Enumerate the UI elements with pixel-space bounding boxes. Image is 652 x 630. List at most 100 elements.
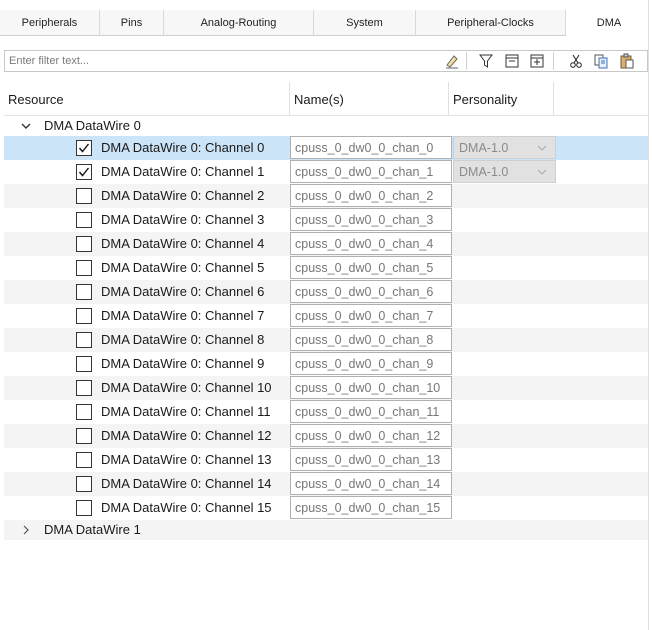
tree-row-channel-12[interactable]: DMA DataWire 0: Channel 12 cpuss_0_dw0_0… xyxy=(4,424,648,448)
tree-group-label: DMA DataWire 0 xyxy=(44,118,141,133)
name-field[interactable]: cpuss_0_dw0_0_chan_14 xyxy=(290,472,452,495)
name-field[interactable]: cpuss_0_dw0_0_chan_5 xyxy=(290,256,452,279)
tree-row-channel-8[interactable]: DMA DataWire 0: Channel 8 cpuss_0_dw0_0_… xyxy=(4,328,648,352)
resource-label: DMA DataWire 0: Channel 9 xyxy=(101,356,265,371)
filter-bar xyxy=(4,50,648,72)
tab-pins[interactable]: Pins xyxy=(100,10,164,36)
checkbox[interactable] xyxy=(76,476,92,492)
column-personality[interactable]: Personality xyxy=(449,82,554,116)
resource-label: DMA DataWire 0: Channel 5 xyxy=(101,260,265,275)
name-field[interactable]: cpuss_0_dw0_0_chan_10 xyxy=(290,376,452,399)
resource-label: DMA DataWire 0: Channel 15 xyxy=(101,500,272,515)
chevron-down-icon xyxy=(537,166,547,180)
chevron-down-icon xyxy=(537,142,547,156)
resource-label: DMA DataWire 0: Channel 12 xyxy=(101,428,272,443)
tree-row-channel-10[interactable]: DMA DataWire 0: Channel 10 cpuss_0_dw0_0… xyxy=(4,376,648,400)
checkbox[interactable] xyxy=(76,188,92,204)
tree-row-channel-13[interactable]: DMA DataWire 0: Channel 13 cpuss_0_dw0_0… xyxy=(4,448,648,472)
name-field[interactable]: cpuss_0_dw0_0_chan_13 xyxy=(290,448,452,471)
resource-label: DMA DataWire 0: Channel 1 xyxy=(101,164,265,179)
expand-all-icon[interactable] xyxy=(528,52,546,70)
tree-row-channel-7[interactable]: DMA DataWire 0: Channel 7 cpuss_0_dw0_0_… xyxy=(4,304,648,328)
checkbox[interactable] xyxy=(76,452,92,468)
cut-icon[interactable] xyxy=(567,52,585,70)
tab-analog-routing[interactable]: Analog-Routing xyxy=(164,10,314,36)
resource-label: DMA DataWire 0: Channel 10 xyxy=(101,380,272,395)
tab-system[interactable]: System xyxy=(314,10,416,36)
checkbox[interactable] xyxy=(76,308,92,324)
tab-peripherals[interactable]: Peripherals xyxy=(0,10,100,36)
resource-label: DMA DataWire 0: Channel 11 xyxy=(101,404,271,419)
chevron-down-icon[interactable] xyxy=(20,120,32,132)
checkbox[interactable] xyxy=(76,332,92,348)
tab-peripheral-clocks[interactable]: Peripheral-Clocks xyxy=(416,10,566,36)
checkbox[interactable] xyxy=(76,212,92,228)
tree-group-dma-datawire-0[interactable]: DMA DataWire 0 xyxy=(4,116,648,136)
resource-label: DMA DataWire 0: Channel 8 xyxy=(101,332,265,347)
name-field[interactable]: cpuss_0_dw0_0_chan_8 xyxy=(290,328,452,351)
resource-label: DMA DataWire 0: Channel 0 xyxy=(101,140,265,155)
name-field[interactable]: cpuss_0_dw0_0_chan_0 xyxy=(290,136,452,159)
chevron-right-icon[interactable] xyxy=(20,524,32,536)
checkbox[interactable] xyxy=(76,380,92,396)
tree-row-channel-1[interactable]: DMA DataWire 0: Channel 1 cpuss_0_dw0_0_… xyxy=(4,160,648,184)
tree-row-channel-3[interactable]: DMA DataWire 0: Channel 3 cpuss_0_dw0_0_… xyxy=(4,208,648,232)
tree-group-label: DMA DataWire 1 xyxy=(44,522,141,537)
tree-row-channel-0[interactable]: DMA DataWire 0: Channel 0 cpuss_0_dw0_0_… xyxy=(4,136,648,160)
column-header: Resource Name(s) Personality xyxy=(4,82,648,116)
resource-label: DMA DataWire 0: Channel 14 xyxy=(101,476,272,491)
name-field[interactable]: cpuss_0_dw0_0_chan_2 xyxy=(290,184,452,207)
checkbox[interactable] xyxy=(76,428,92,444)
name-field[interactable]: cpuss_0_dw0_0_chan_9 xyxy=(290,352,452,375)
column-names[interactable]: Name(s) xyxy=(290,82,449,116)
checkbox[interactable] xyxy=(76,260,92,276)
tree-row-channel-14[interactable]: DMA DataWire 0: Channel 14 cpuss_0_dw0_0… xyxy=(4,472,648,496)
personality-dropdown[interactable]: DMA-1.0 xyxy=(453,160,556,183)
checkbox[interactable] xyxy=(76,284,92,300)
name-field[interactable]: cpuss_0_dw0_0_chan_6 xyxy=(290,280,452,303)
personality-value: DMA-1.0 xyxy=(459,164,509,179)
resource-label: DMA DataWire 0: Channel 7 xyxy=(101,308,265,323)
copy-icon[interactable] xyxy=(592,52,610,70)
tab-dma[interactable]: DMA xyxy=(566,10,652,36)
toolbar-separator xyxy=(553,52,554,70)
column-resource[interactable]: Resource xyxy=(4,82,290,116)
filter-input[interactable] xyxy=(5,51,435,71)
tree-row-channel-5[interactable]: DMA DataWire 0: Channel 5 cpuss_0_dw0_0_… xyxy=(4,256,648,280)
tree-row-channel-4[interactable]: DMA DataWire 0: Channel 4 cpuss_0_dw0_0_… xyxy=(4,232,648,256)
name-field[interactable]: cpuss_0_dw0_0_chan_3 xyxy=(290,208,452,231)
tree-row-channel-2[interactable]: DMA DataWire 0: Channel 2 cpuss_0_dw0_0_… xyxy=(4,184,648,208)
resource-label: DMA DataWire 0: Channel 6 xyxy=(101,284,265,299)
panel-border xyxy=(648,0,649,630)
name-field[interactable]: cpuss_0_dw0_0_chan_12 xyxy=(290,424,452,447)
name-field[interactable]: cpuss_0_dw0_0_chan_15 xyxy=(290,496,452,519)
checkbox[interactable] xyxy=(76,140,92,156)
personality-value: DMA-1.0 xyxy=(459,140,509,155)
name-field[interactable]: cpuss_0_dw0_0_chan_11 xyxy=(290,400,452,423)
checkbox[interactable] xyxy=(76,356,92,372)
resource-label: DMA DataWire 0: Channel 13 xyxy=(101,452,272,467)
checkbox[interactable] xyxy=(76,404,92,420)
resource-label: DMA DataWire 0: Channel 3 xyxy=(101,212,265,227)
tree-row-channel-9[interactable]: DMA DataWire 0: Channel 9 cpuss_0_dw0_0_… xyxy=(4,352,648,376)
name-field[interactable]: cpuss_0_dw0_0_chan_1 xyxy=(290,160,452,183)
tree-group-dma-datawire-1[interactable]: DMA DataWire 1 xyxy=(4,520,648,540)
personality-dropdown[interactable]: DMA-1.0 xyxy=(453,136,556,159)
tab-divider xyxy=(0,35,566,36)
checkbox[interactable] xyxy=(76,164,92,180)
tree-row-channel-15[interactable]: DMA DataWire 0: Channel 15 cpuss_0_dw0_0… xyxy=(4,496,648,520)
checkbox[interactable] xyxy=(76,500,92,516)
tree-row-channel-11[interactable]: DMA DataWire 0: Channel 11 cpuss_0_dw0_0… xyxy=(4,400,648,424)
name-field[interactable]: cpuss_0_dw0_0_chan_4 xyxy=(290,232,452,255)
checkbox[interactable] xyxy=(76,236,92,252)
toolbar-separator xyxy=(466,52,467,70)
tab-bar: Peripherals Pins Analog-Routing System P… xyxy=(0,0,652,36)
paste-icon[interactable] xyxy=(618,52,636,70)
resource-label: DMA DataWire 0: Channel 2 xyxy=(101,188,265,203)
collapse-all-icon[interactable] xyxy=(503,52,521,70)
tree-row-channel-6[interactable]: DMA DataWire 0: Channel 6 cpuss_0_dw0_0_… xyxy=(4,280,648,304)
name-field[interactable]: cpuss_0_dw0_0_chan_7 xyxy=(290,304,452,327)
resource-label: DMA DataWire 0: Channel 4 xyxy=(101,236,265,251)
eraser-icon[interactable] xyxy=(443,52,461,70)
filter-icon[interactable] xyxy=(477,52,495,70)
